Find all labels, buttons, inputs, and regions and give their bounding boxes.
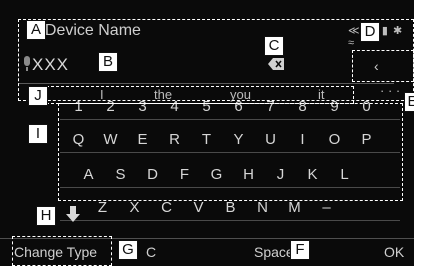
- shift-arrow-icon[interactable]: [66, 206, 80, 222]
- annotation-region-keys: [58, 103, 403, 201]
- callout-label: G: [118, 240, 138, 260]
- callout-label: H: [36, 206, 56, 226]
- clear-button[interactable]: C: [146, 244, 156, 260]
- space-button[interactable]: Space: [254, 244, 294, 260]
- callout-label: I: [28, 124, 48, 144]
- callout-label: B: [98, 52, 118, 72]
- callout-label: D: [360, 22, 380, 42]
- annotation-region-d: [352, 50, 414, 82]
- callout-label: E: [404, 92, 414, 112]
- callout-label: C: [264, 36, 284, 56]
- ok-button[interactable]: OK: [384, 244, 404, 260]
- callout-label: A: [26, 20, 46, 40]
- keyboard-screen: t Device Name ≪†⊞ ▮ ✱ ≈ XXX ‹ I the you …: [0, 0, 414, 266]
- key-row-divider: [60, 220, 400, 221]
- callout-label: J: [28, 86, 48, 106]
- annotation-region-j: [36, 86, 354, 104]
- annotation-region-change-type: [12, 236, 112, 266]
- callout-label: F: [290, 240, 310, 260]
